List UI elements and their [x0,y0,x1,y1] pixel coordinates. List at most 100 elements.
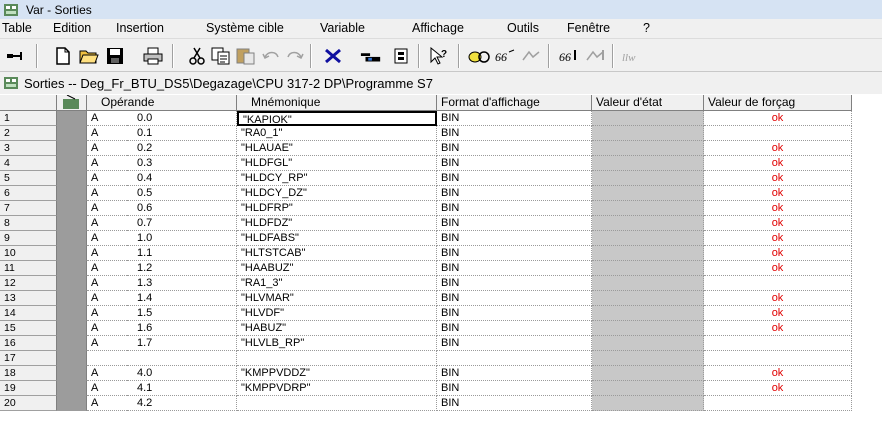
table-row[interactable]: 12 A 1.3 "RA1_3" BIN [0,276,860,291]
table-row[interactable]: 1 A 0.0 "KAPIOK" BIN ok [0,111,860,126]
modify-icon[interactable]: 66 [494,45,516,67]
table-row[interactable]: 18 A 4.0 "KMPPVDDZ" BIN ok [0,366,860,381]
symbol-cell[interactable]: "HLVLB_RP" [237,336,437,351]
format-cell[interactable]: BIN [437,321,592,336]
format-cell[interactable]: BIN [437,366,592,381]
table-row[interactable]: 8 A 0.7 "HLDFDZ" BIN ok [0,216,860,231]
force-value-cell[interactable]: ok [704,321,852,336]
symbol-cell[interactable]: "HLDFGL" [237,156,437,171]
format-cell[interactable]: BIN [437,216,592,231]
table-row[interactable]: 6 A 0.5 "HLDCY_DZ" BIN ok [0,186,860,201]
operand-area[interactable]: A [87,216,127,231]
format-cell[interactable]: BIN [437,201,592,216]
table-row[interactable]: 11 A 1.2 "HAABUZ" BIN ok [0,261,860,276]
operand-area[interactable]: A [87,336,127,351]
table-row[interactable]: 2 A 0.1 "RA0_1" BIN [0,126,860,141]
status-value-cell[interactable] [592,261,704,276]
operand-area[interactable] [87,351,127,366]
symbol-cell[interactable] [237,396,437,411]
save-icon[interactable] [104,45,126,67]
format-cell[interactable]: BIN [437,156,592,171]
operand-area[interactable]: A [87,126,127,141]
operand-area[interactable]: A [87,261,127,276]
force-value-cell[interactable] [704,351,852,366]
redo-icon[interactable] [284,45,306,67]
operand-area[interactable]: A [87,291,127,306]
status-value-cell[interactable] [592,336,704,351]
operand-area[interactable]: A [87,231,127,246]
symbol-cell[interactable]: "HLAUAE" [237,141,437,156]
operand-address[interactable]: 4.1 [127,381,237,396]
trigger-icon[interactable]: llw [622,45,644,67]
symbol-cell[interactable]: "HAABUZ" [237,261,437,276]
operand-address[interactable]: 0.2 [127,141,237,156]
format-cell[interactable] [437,351,592,366]
table-row[interactable]: 4 A 0.3 "HLDFGL" BIN ok [0,156,860,171]
format-cell[interactable]: BIN [437,126,592,141]
forcage-header[interactable]: Valeur de forçag [704,95,852,111]
operand-area[interactable]: A [87,246,127,261]
status-value-cell[interactable] [592,126,704,141]
undo-icon[interactable] [260,45,282,67]
operand-address[interactable]: 1.1 [127,246,237,261]
operand-area[interactable]: A [87,381,127,396]
operand-address[interactable]: 1.0 [127,231,237,246]
force-value-cell[interactable]: ok [704,366,852,381]
table-row[interactable]: 20 A 4.2 BIN [0,396,860,411]
operand-area[interactable]: A [87,141,127,156]
menu-edition[interactable]: Edition [53,21,91,35]
force-value-cell[interactable] [704,126,852,141]
operand-area[interactable]: A [87,306,127,321]
table-row[interactable]: 7 A 0.6 "HLDFRP" BIN ok [0,201,860,216]
status-value-cell[interactable] [592,366,704,381]
operand-address[interactable]: 1.2 [127,261,237,276]
operand-area[interactable]: A [87,111,127,126]
operand-address[interactable]: 0.5 [127,186,237,201]
force-value-cell[interactable]: ok [704,156,852,171]
force-value-cell[interactable] [704,336,852,351]
status-value-cell[interactable] [592,246,704,261]
symbol-cell[interactable]: "HLTSTCAB" [237,246,437,261]
operand-address[interactable]: 1.3 [127,276,237,291]
symbol-cell[interactable]: "KMPPVDDZ" [237,366,437,381]
format-cell[interactable]: BIN [437,381,592,396]
operand-area[interactable]: A [87,321,127,336]
status-value-cell[interactable] [592,141,704,156]
status-value-cell[interactable] [592,231,704,246]
table-row[interactable]: 13 A 1.4 "HLVMAR" BIN ok [0,291,860,306]
status-value-cell[interactable] [592,186,704,201]
symbol-cell[interactable]: "HLDFRP" [237,201,437,216]
operand-address[interactable]: 0.3 [127,156,237,171]
format-cell[interactable]: BIN [437,231,592,246]
format-cell[interactable]: BIN [437,396,592,411]
table-row[interactable]: 5 A 0.4 "HLDCY_RP" BIN ok [0,171,860,186]
symbol-cell[interactable]: "HABUZ" [237,321,437,336]
operand-area[interactable]: A [87,396,127,411]
column-mark-header[interactable] [57,95,87,111]
table-row[interactable]: 19 A 4.1 "KMPPVDRP" BIN ok [0,381,860,396]
table-row[interactable]: 15 A 1.6 "HABUZ" BIN ok [0,321,860,336]
force-values-icon[interactable] [584,45,606,67]
operand-area[interactable]: A [87,171,127,186]
operand-address[interactable]: 4.0 [127,366,237,381]
etat-header[interactable]: Valeur d'état [592,95,704,111]
force-value-cell[interactable]: ok [704,111,852,126]
symbol-cell[interactable]: "HLVDF" [237,306,437,321]
operand-address[interactable] [127,351,237,366]
symbol-cell[interactable]: "RA1_3" [237,276,437,291]
status-value-cell[interactable] [592,306,704,321]
operand-address[interactable]: 1.4 [127,291,237,306]
operand-address[interactable]: 0.4 [127,171,237,186]
force-value-cell[interactable] [704,396,852,411]
table-row[interactable]: 3 A 0.2 "HLAUAE" BIN ok [0,141,860,156]
symbol-table-icon[interactable] [360,45,382,67]
format-cell[interactable]: BIN [437,186,592,201]
menu-variable[interactable]: Variable [320,21,365,35]
copy-icon[interactable] [210,45,232,67]
format-header[interactable]: Format d'affichage [437,95,592,111]
activate-values-icon[interactable] [520,45,542,67]
format-cell[interactable]: BIN [437,306,592,321]
force-value-cell[interactable]: ok [704,306,852,321]
print-icon[interactable] [142,45,164,67]
table-row[interactable]: 10 A 1.1 "HLTSTCAB" BIN ok [0,246,860,261]
